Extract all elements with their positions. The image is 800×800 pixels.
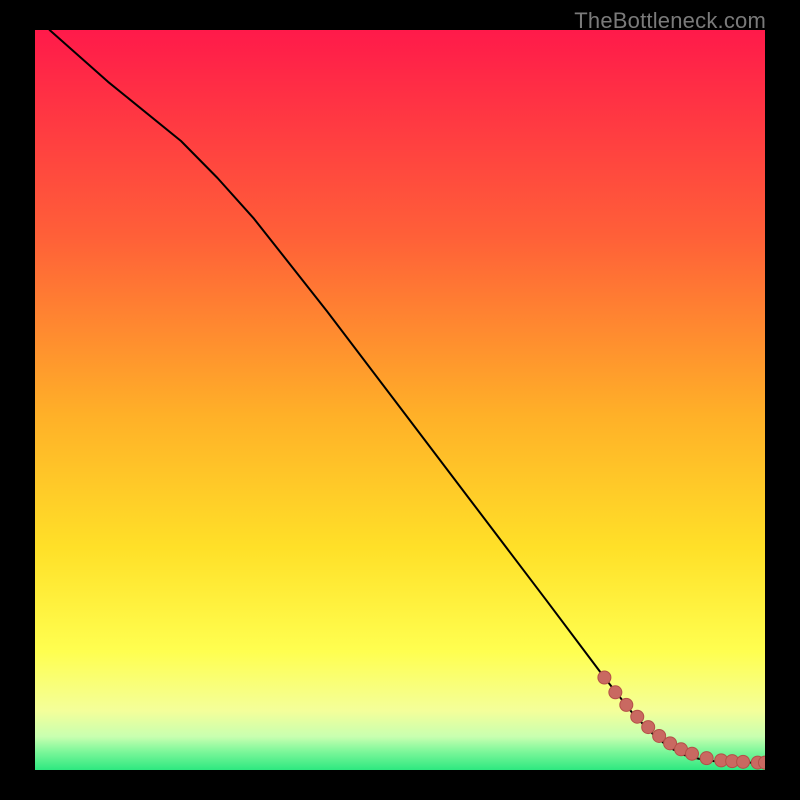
plot-area: [35, 30, 765, 770]
scatter-point: [609, 686, 622, 699]
gradient-background: [35, 30, 765, 770]
scatter-point: [686, 747, 699, 760]
scatter-point: [598, 671, 611, 684]
chart-svg: [35, 30, 765, 770]
scatter-point: [700, 752, 713, 765]
scatter-point: [620, 698, 633, 711]
scatter-point: [642, 721, 655, 734]
scatter-point: [653, 729, 666, 742]
scatter-point: [631, 710, 644, 723]
chart-frame: TheBottleneck.com: [0, 0, 800, 800]
scatter-point: [737, 755, 750, 768]
